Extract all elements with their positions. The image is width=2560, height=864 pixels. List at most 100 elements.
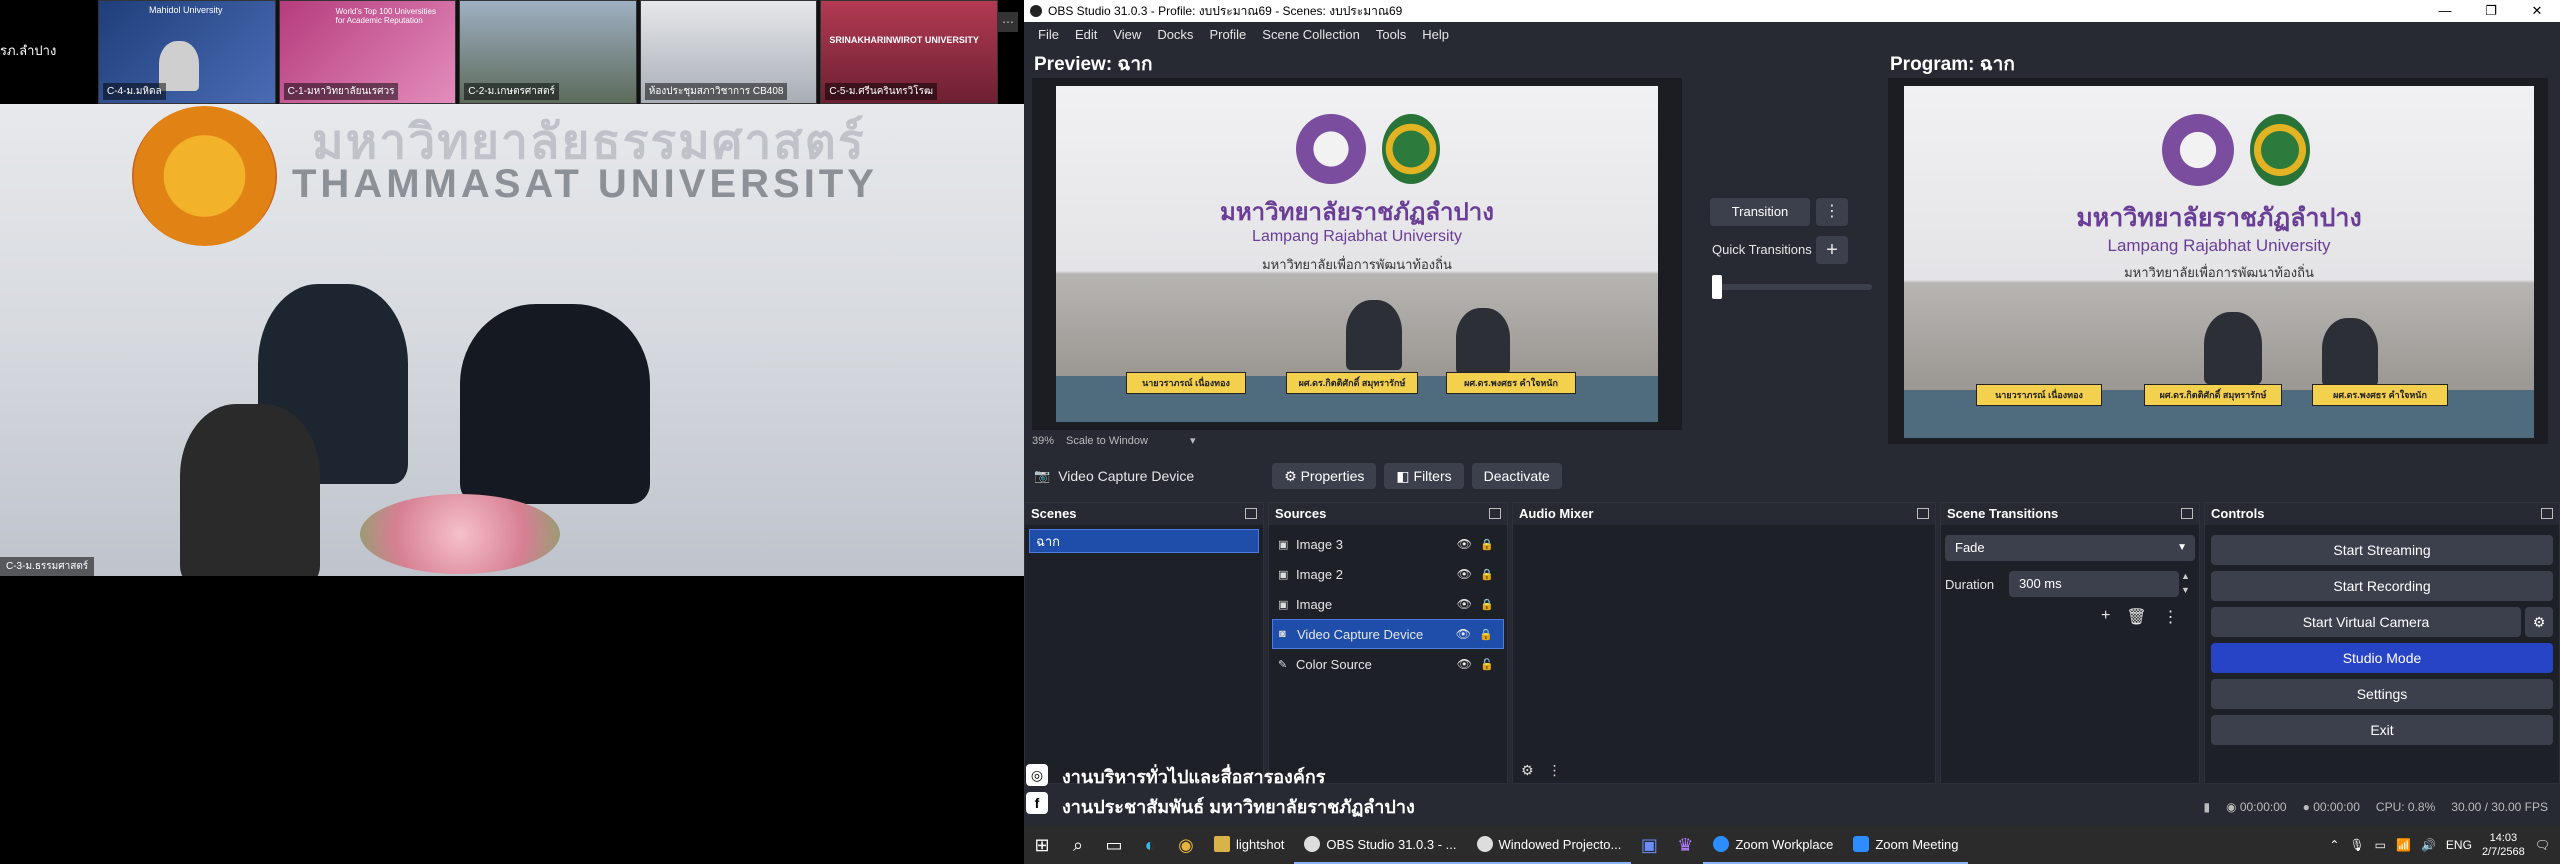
menu-tools[interactable]: Tools	[1368, 27, 1414, 42]
taskbar-app-lightshot[interactable]: lightshot	[1204, 826, 1294, 864]
slider-handle[interactable]	[1712, 275, 1722, 299]
eye-icon[interactable]: 👁	[1457, 657, 1472, 671]
eye-icon[interactable]: 👁	[1457, 597, 1472, 611]
studio-mode-button[interactable]: Studio Mode	[2211, 643, 2553, 673]
preview-canvas[interactable]: มหาวิทยาลัยราชภัฏลำปาง Lampang Rajabhat …	[1032, 78, 1682, 430]
undock-icon[interactable]	[2181, 508, 2193, 519]
source-item[interactable]: ▣ Image 3 👁 🔒	[1272, 529, 1504, 559]
duration-spinbox[interactable]: 300 ms	[2009, 571, 2179, 597]
transition-slider[interactable]	[1712, 275, 1872, 299]
scene-transitions-title: Scene Transitions	[1947, 506, 2059, 521]
filters-button[interactable]: ◧ Filters	[1384, 463, 1464, 489]
obs-icon	[1304, 836, 1321, 852]
menu-view[interactable]: View	[1105, 27, 1149, 42]
menu-edit[interactable]: Edit	[1067, 27, 1105, 42]
menu-docks[interactable]: Docks	[1149, 27, 1201, 42]
unlock-icon[interactable]: 🔓	[1480, 658, 1494, 671]
gallery-tile[interactable]: ห้องประชุมสภาวิชาการ CB408	[639, 0, 818, 104]
network-icon[interactable]: 📶	[2396, 838, 2411, 852]
caption-line-1: งานบริหารทั่วไปและสื่อสารองค์กร	[1062, 767, 1326, 787]
record-icon: ●	[2302, 800, 2314, 814]
eye-icon[interactable]: 👁	[1456, 627, 1471, 641]
search-icon[interactable]: ⌕	[1060, 826, 1096, 864]
presenter-figure	[2322, 318, 2378, 386]
undock-icon[interactable]	[1245, 508, 1257, 519]
volume-icon[interactable]: 🔊	[2421, 838, 2436, 852]
chevron-up-icon[interactable]: ⌃	[2329, 838, 2339, 852]
camera-icon: 📷	[1034, 468, 1051, 483]
screen: { "zoom": { "top_label": "รภ.ลำปาง", "ga…	[0, 0, 2560, 864]
windows-start-icon[interactable]: ⊞	[1024, 826, 1060, 864]
task-view-icon[interactable]: ▭	[1096, 826, 1132, 864]
gallery-tile[interactable]: SRINAKHARINWIROT UNIVERSITY C-5-ม.ศรีนคร…	[820, 0, 998, 104]
kebab-menu-icon[interactable]: ⋮	[1816, 198, 1848, 226]
settings-button[interactable]: Settings	[2211, 679, 2553, 709]
undock-icon[interactable]	[2541, 508, 2553, 519]
microphone-icon[interactable]: 🎙	[2349, 838, 2364, 852]
transition-button[interactable]: Transition	[1710, 198, 1810, 226]
signal-icon: ▮	[2203, 800, 2211, 814]
taskbar-app-obs[interactable]: OBS Studio 31.0.3 - ...	[1294, 826, 1467, 864]
battery-icon[interactable]: ▭	[2375, 838, 2386, 852]
source-item[interactable]: ▣ Image 2 👁 🔒	[1272, 559, 1504, 589]
eye-icon[interactable]: 👁	[1457, 537, 1472, 551]
gallery-tile[interactable]: Mahidol University C-4-ม.มหิดล	[98, 0, 276, 104]
edge-icon[interactable]: ◐	[1132, 826, 1168, 864]
exit-button[interactable]: Exit	[2211, 715, 2553, 745]
menu-file[interactable]: File	[1030, 27, 1067, 42]
deactivate-button[interactable]: Deactivate	[1471, 463, 1562, 489]
clock[interactable]: 14:03 2/7/2568	[2482, 831, 2525, 859]
scene-transitions-header: Scene Transitions	[1941, 503, 2199, 525]
notification-icon[interactable]: 🗨	[2535, 838, 2550, 852]
chrome-icon[interactable]: ◉	[1168, 826, 1204, 864]
add-quick-transition-button[interactable]: +	[1816, 236, 1848, 264]
kebab-menu-icon[interactable]: ⋮	[2163, 607, 2179, 627]
eye-icon[interactable]: 👁	[1457, 567, 1472, 581]
transition-select[interactable]: Fade ▼	[1945, 535, 2195, 561]
lock-icon[interactable]: 🔒	[1479, 628, 1493, 641]
menu-profile[interactable]: Profile	[1201, 27, 1254, 42]
restore-icon[interactable]: ❐	[2468, 3, 2514, 19]
menu-help[interactable]: Help	[1414, 27, 1457, 42]
stream-time-value: 00:00:00	[2239, 800, 2287, 814]
add-icon[interactable]: +	[2101, 607, 2110, 627]
undock-icon[interactable]	[1489, 508, 1501, 519]
start-recording-button[interactable]: Start Recording	[2211, 571, 2553, 601]
name-plate: นายวราภรณ์ เนื่องทอง	[1126, 372, 1246, 394]
menu-scene-collection[interactable]: Scene Collection	[1254, 27, 1368, 42]
source-item[interactable]: ✎ Color Source 👁 🔓	[1272, 649, 1504, 679]
spin-arrows-icon[interactable]: ▲ ▼	[2181, 569, 2190, 597]
start-virtual-camera-button[interactable]: Start Virtual Camera	[2211, 607, 2521, 637]
lock-icon[interactable]: 🔒	[1480, 568, 1494, 581]
start-streaming-button[interactable]: Start Streaming	[2211, 535, 2553, 565]
gallery-tile[interactable]: C-2-ม.เกษตรศาสตร์	[459, 0, 637, 104]
source-item[interactable]: ▣ Image 👁 🔒	[1272, 589, 1504, 619]
advanced-audio-gear-icon[interactable]: ⚙	[1521, 762, 1534, 779]
chevron-down-icon[interactable]: ▾	[1190, 434, 1196, 447]
taskbar-app-zoom-workplace[interactable]: Zoom Workplace	[1703, 826, 1844, 864]
image-icon: ▣	[1278, 598, 1289, 611]
app-icon[interactable]: ♛	[1667, 826, 1703, 864]
properties-button[interactable]: ⚙ Properties	[1272, 463, 1377, 489]
virtual-camera-gear-icon[interactable]: ⚙	[2525, 607, 2553, 637]
clock-time: 14:03	[2489, 832, 2518, 844]
taskbar-app-projector[interactable]: Windowed Projecto...	[1466, 826, 1632, 864]
source-list: ▣ Image 3 👁 🔒 ▣ Image 2 👁 🔒 ▣ Image 👁 🔒 ◙ Video Ca…	[1269, 525, 1507, 679]
minimize-icon[interactable]: —	[2422, 3, 2468, 19]
more-options-icon[interactable]: ⋯	[998, 12, 1018, 32]
language-indicator[interactable]: ENG	[2446, 838, 2472, 852]
gallery-tile[interactable]: World's Top 100 Universities for Academi…	[278, 0, 457, 104]
app-icon[interactable]: ▣	[1631, 826, 1667, 864]
taskbar-app-zoom-meeting[interactable]: Zoom Meeting	[1843, 826, 1969, 864]
scene-item[interactable]: ฉาก	[1029, 529, 1259, 553]
trash-icon[interactable]: 🗑	[2126, 607, 2146, 627]
source-toolbar: 📷 Video Capture Device ⚙ Properties ◧ Fi…	[1024, 460, 2560, 492]
source-item[interactable]: ◙ Video Capture Device 👁 🔒	[1272, 619, 1504, 649]
lock-icon[interactable]: 🔒	[1480, 598, 1494, 611]
scale-mode-select[interactable]: Scale to Window	[1066, 435, 1148, 447]
close-icon[interactable]: ✕	[2514, 3, 2560, 19]
lock-icon[interactable]: 🔒	[1480, 538, 1494, 551]
scene-english-title: Lampang Rajabhat University	[2107, 236, 2331, 255]
undock-icon[interactable]	[1917, 508, 1929, 519]
kebab-menu-icon[interactable]: ⋮	[1548, 762, 1562, 779]
